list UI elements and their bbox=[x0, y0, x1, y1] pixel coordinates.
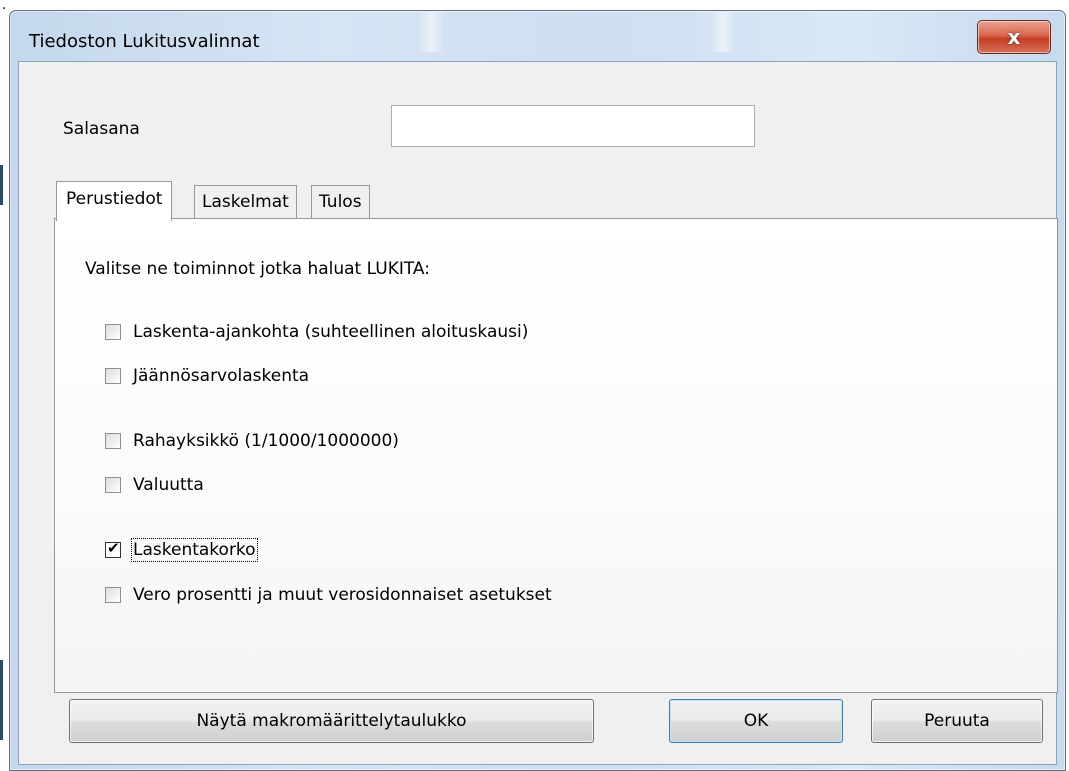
option-label: Valuutta bbox=[133, 475, 204, 495]
option-label: Jäännösarvolaskenta bbox=[133, 366, 310, 386]
close-button[interactable]: x bbox=[977, 20, 1051, 54]
option-label: Vero prosentti ja muut verosidonnaiset a… bbox=[133, 585, 552, 605]
dialog-window: Tiedoston Lukitusvalinnat x Salasana Per… bbox=[9, 10, 1066, 771]
option-row[interactable]: Laskenta-ajankohta (suhteellinen aloitus… bbox=[105, 322, 528, 342]
background-window-edge bbox=[0, 660, 3, 740]
tab-laskelmat[interactable]: Laskelmat bbox=[194, 185, 297, 219]
close-icon: x bbox=[1007, 25, 1021, 49]
password-input[interactable] bbox=[391, 105, 755, 147]
window-title: Tiedoston Lukitusvalinnat bbox=[29, 31, 260, 52]
option-label: Laskentakorko bbox=[131, 538, 258, 562]
password-label: Salasana bbox=[63, 119, 140, 139]
option-checkbox[interactable] bbox=[105, 324, 121, 340]
option-row[interactable]: Laskentakorko bbox=[105, 538, 258, 562]
option-checkbox[interactable] bbox=[105, 477, 121, 493]
tab-perustiedot[interactable]: Perustiedot bbox=[56, 181, 173, 221]
option-label: Rahayksikkö (1/1000/1000000) bbox=[133, 431, 399, 451]
title-bar-glass-highlight bbox=[710, 12, 736, 52]
title-bar-glass-highlight bbox=[418, 12, 444, 52]
option-checkbox[interactable] bbox=[105, 587, 121, 603]
option-row[interactable]: Rahayksikkö (1/1000/1000000) bbox=[105, 431, 399, 451]
ok-button[interactable]: OK bbox=[669, 699, 843, 743]
stray-mark: . bbox=[2, 0, 7, 13]
option-checkbox[interactable] bbox=[105, 368, 121, 384]
dialog-client-area: Salasana Perustiedot Laskelmat Tulos Val… bbox=[18, 61, 1058, 765]
option-checkbox[interactable] bbox=[105, 433, 121, 449]
background-window-edge bbox=[0, 165, 3, 205]
tab-panel-perustiedot: Valitse ne toiminnot jotka haluat LUKITA… bbox=[54, 218, 1058, 693]
option-checkbox-checked[interactable] bbox=[105, 539, 121, 558]
tab-tulos[interactable]: Tulos bbox=[311, 185, 370, 219]
show-macro-table-button[interactable]: Näytä makromäärittelytaulukko bbox=[69, 699, 594, 743]
option-label: Laskenta-ajankohta (suhteellinen aloitus… bbox=[133, 322, 529, 342]
option-row[interactable]: Jäännösarvolaskenta bbox=[105, 366, 309, 386]
cancel-button[interactable]: Peruuta bbox=[871, 699, 1043, 743]
option-row[interactable]: Valuutta bbox=[105, 475, 204, 495]
option-row[interactable]: Vero prosentti ja muut verosidonnaiset a… bbox=[105, 585, 552, 605]
panel-instruction: Valitse ne toiminnot jotka haluat LUKITA… bbox=[85, 259, 430, 279]
